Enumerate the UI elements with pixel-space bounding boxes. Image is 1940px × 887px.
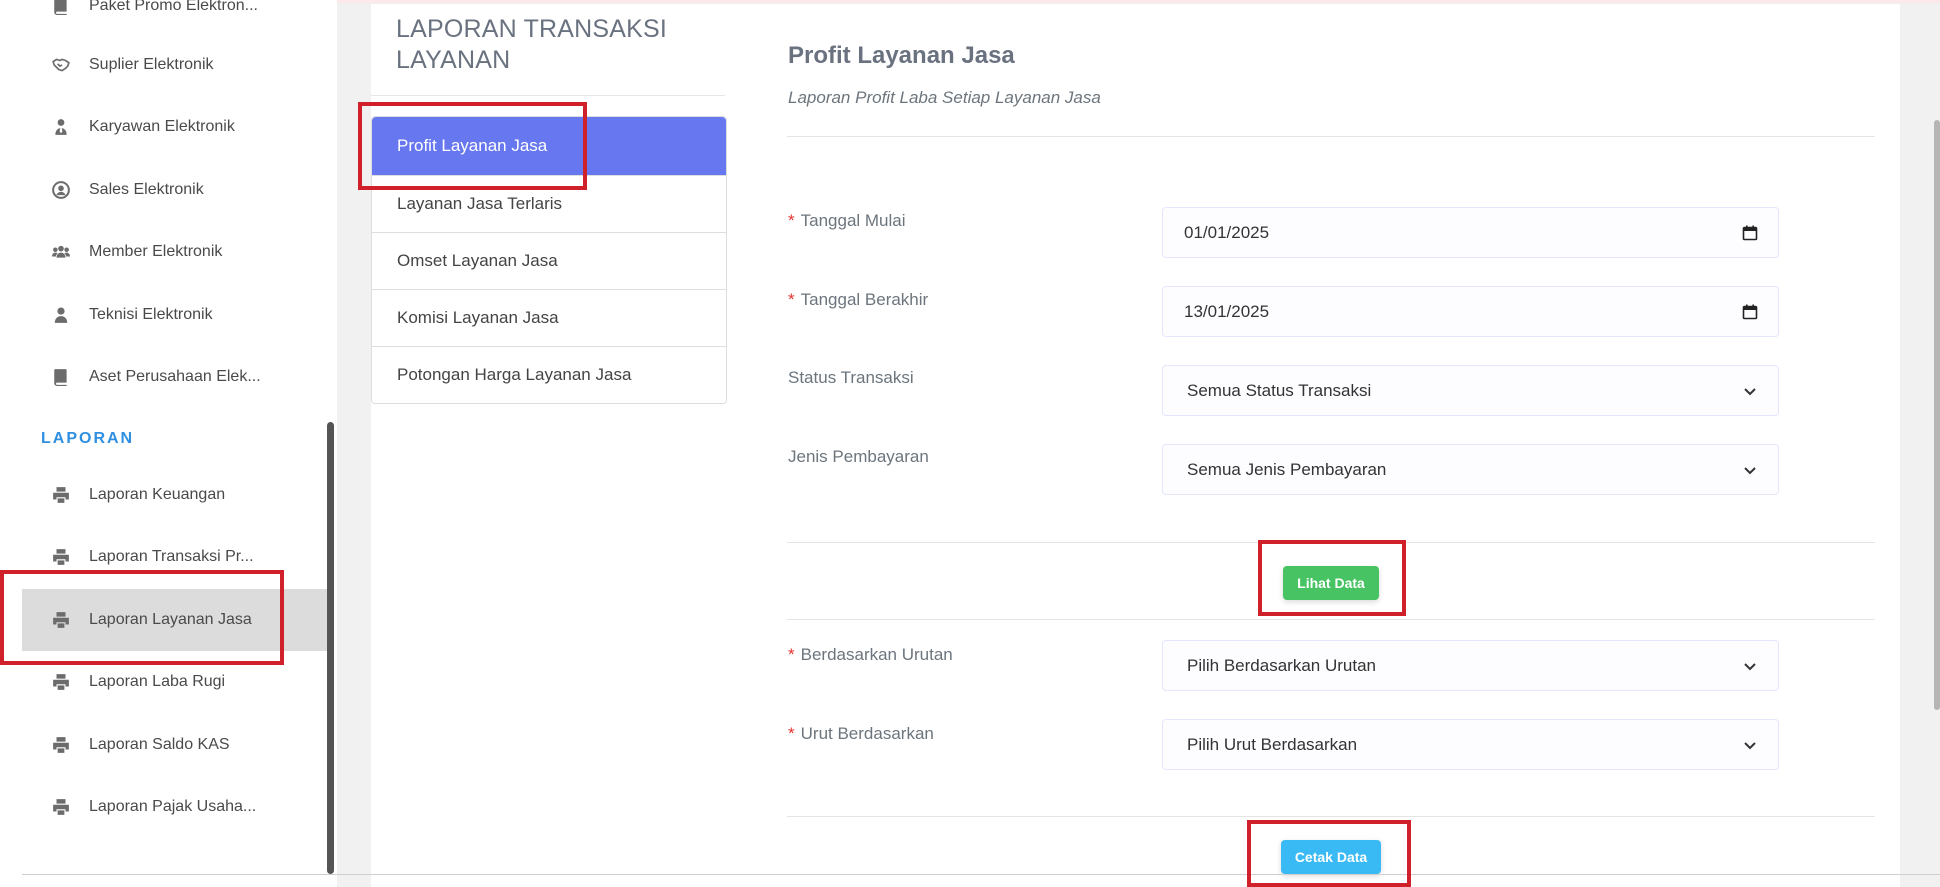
printer-icon [50,546,72,568]
payment-label: Jenis Pembayaran [788,447,929,466]
sidebar-scrollbar[interactable] [327,422,334,874]
sidebar-item-label: Member Elektronik [89,243,223,260]
sidebar-item-laporan-keuangan[interactable]: Laporan Keuangan [22,464,327,526]
page-title: Profit Layanan Jasa [788,42,1015,69]
page-subtitle: Laporan Profit Laba Setiap Layanan Jasa [788,88,1101,107]
start-date-label: * Tanggal Mulai [788,211,906,230]
book-icon [50,366,72,388]
order-by-select[interactable]: Pilih Berdasarkan Urutan [1162,640,1779,691]
required-mark: * [788,724,795,743]
printer-icon [50,484,72,506]
handshake-icon [50,54,72,76]
sidebar-item-label: Sales Elektronik [89,181,204,198]
payment-select[interactable]: Semua Jenis Pembayaran [1162,444,1779,495]
printer-icon [50,796,72,818]
sidebar-item-laporan-saldo-kas[interactable]: Laporan Saldo KAS [22,714,327,776]
sidebar-item-label: Laporan Saldo KAS [89,736,230,753]
sidebar-item-label: Paket Promo Elektron... [89,0,258,14]
end-date-input[interactable]: 13/01/2025 [1162,286,1779,337]
tab-profit-layanan-jasa[interactable]: Profit Layanan Jasa [372,117,726,175]
printer-icon [50,671,72,693]
sidebar-item-label: Aset Perusahaan Elek... [89,368,261,385]
chevron-down-icon [1742,383,1758,399]
sidebar-item-teknisi[interactable]: Teknisi Elektronik [22,284,327,346]
page-scrollbar[interactable] [1934,120,1940,710]
sidebar: Paket Promo Elektron... Suplier Elektron… [0,0,337,887]
sidebar-item-laporan-layanan-jasa[interactable]: Laporan Layanan Jasa [22,589,327,651]
required-mark: * [788,645,795,664]
sidebar-item-label: Laporan Layanan Jasa [89,611,252,628]
sidebar-item-paket-promo[interactable]: Paket Promo Elektron... [22,0,327,37]
sidebar-item-label: Laporan Laba Rugi [89,673,226,690]
status-select[interactable]: Semua Status Transaksi [1162,365,1779,416]
sidebar-item-label: Suplier Elektronik [89,56,214,73]
calendar-icon[interactable] [1742,225,1758,241]
sidebar-item-label: Laporan Keuangan [89,486,226,503]
printer-icon [50,734,72,756]
required-mark: * [788,211,795,230]
sidebar-item-label: Laporan Pajak Usaha... [89,798,257,815]
user-tie-icon [50,116,72,138]
report-card: LAPORAN TRANSAKSI LAYANAN Profit Layanan… [371,4,1900,887]
sort-by-select[interactable]: Pilih Urut Berdasarkan [1162,719,1779,770]
printer-icon [50,609,72,631]
divider [787,619,1875,620]
print-data-button[interactable]: Cetak Data [1281,840,1381,874]
tab-potongan-harga[interactable]: Potongan Harga Layanan Jasa [372,346,726,403]
sidebar-section-laporan: LAPORAN [41,430,135,447]
user-circle-icon [50,179,72,201]
sidebar-item-laporan-laba-rugi[interactable]: Laporan Laba Rugi [22,651,327,713]
tab-layanan-jasa-terlaris[interactable]: Layanan Jasa Terlaris [372,175,726,232]
status-label: Status Transaksi [788,368,914,387]
sidebar-item-aset[interactable]: Aset Perusahaan Elek... [22,346,327,408]
users-icon [50,241,72,263]
divider [787,542,1875,543]
sidebar-item-laporan-pajak[interactable]: Laporan Pajak Usaha... [22,776,327,838]
panel-title: LAPORAN TRANSAKSI LAYANAN [396,15,668,74]
divider [371,95,725,96]
required-mark: * [788,290,795,309]
sidebar-item-karyawan[interactable]: Karyawan Elektronik [22,96,327,158]
tab-komisi-layanan-jasa[interactable]: Komisi Layanan Jasa [372,289,726,346]
divider [787,816,1875,817]
sidebar-item-label: Teknisi Elektronik [89,306,213,323]
chevron-down-icon [1742,658,1758,674]
end-date-label: * Tanggal Berakhir [788,290,929,309]
sidebar-item-suplier[interactable]: Suplier Elektronik [22,34,327,96]
divider [787,136,1875,137]
sidebar-item-label: Karyawan Elektronik [89,118,235,135]
tab-omset-layanan-jasa[interactable]: Omset Layanan Jasa [372,232,726,289]
book-icon [50,0,72,17]
sidebar-item-laporan-transaksi[interactable]: Laporan Transaksi Pr... [22,526,327,588]
chevron-down-icon [1742,462,1758,478]
report-tab-list: Profit Layanan Jasa Layanan Jasa Terlari… [371,116,727,404]
sidebar-item-member[interactable]: Member Elektronik [22,221,327,283]
order-by-label: * Berdasarkan Urutan [788,645,953,664]
sidebar-item-sales[interactable]: Sales Elektronik [22,159,327,221]
sidebar-item-label: Laporan Transaksi Pr... [89,548,254,565]
calendar-icon[interactable] [1742,304,1758,320]
sort-by-label: * Urut Berdasarkan [788,724,934,743]
divider [22,874,1940,875]
view-data-button[interactable]: Lihat Data [1283,566,1379,600]
user-icon [50,304,72,326]
chevron-down-icon [1742,737,1758,753]
start-date-input[interactable]: 01/01/2025 [1162,207,1779,258]
